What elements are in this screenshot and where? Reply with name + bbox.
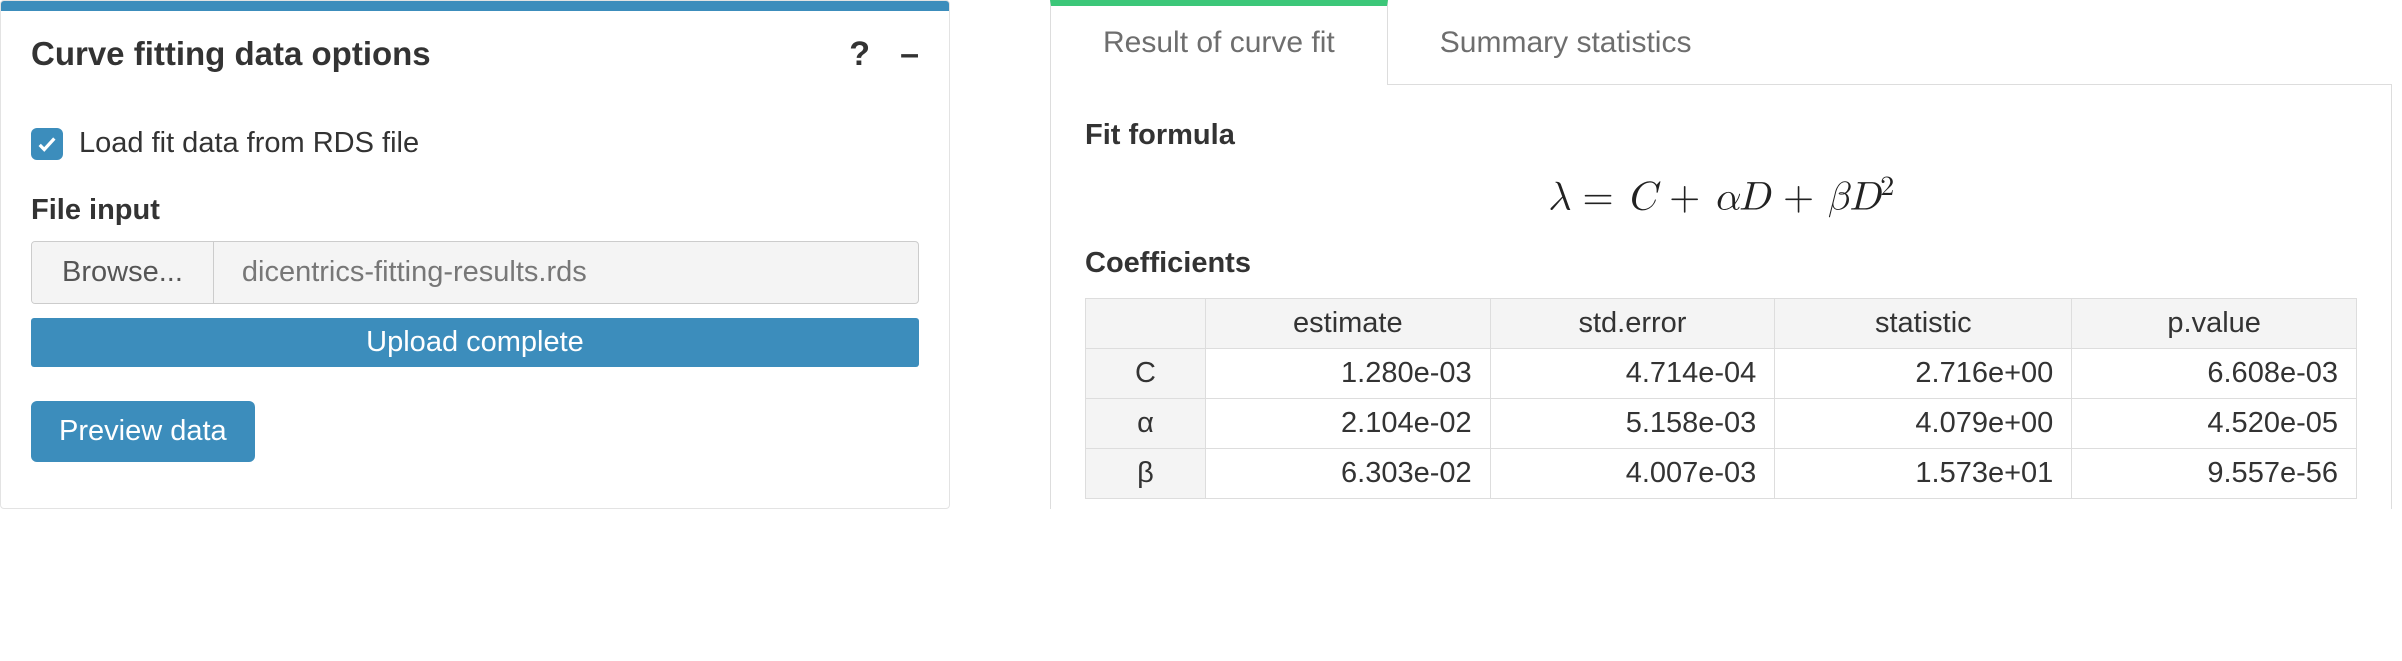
- file-input-label: File input: [31, 194, 919, 227]
- col-pvalue: p.value: [2072, 299, 2357, 349]
- table-corner: [1086, 299, 1206, 349]
- cell: 2.716e+00: [1775, 349, 2072, 399]
- cell: 4.079e+00: [1775, 399, 2072, 449]
- preview-data-button[interactable]: Preview data: [31, 401, 255, 462]
- col-statistic: statistic: [1775, 299, 2072, 349]
- tabs: Result of curve fit Summary statistics: [1050, 0, 2392, 85]
- table-row: C 1.280e-03 4.714e-04 2.716e+00 6.608e-0…: [1086, 349, 2357, 399]
- row-name: β: [1086, 449, 1206, 499]
- tabs-spacer: [1743, 0, 2392, 85]
- panel-header: Curve fitting data options ? –: [1, 11, 949, 83]
- selected-file-name: dicentrics-fitting-results.rds: [214, 242, 918, 303]
- cell: 5.158e-03: [1490, 399, 1775, 449]
- results-panel: Result of curve fit Summary statistics F…: [1050, 0, 2392, 509]
- load-rds-checkbox[interactable]: [31, 128, 63, 160]
- fit-formula-title: Fit formula: [1085, 119, 2357, 152]
- cell: 6.608e-03: [2072, 349, 2357, 399]
- cell: 6.303e-02: [1206, 449, 1491, 499]
- panel-title: Curve fitting data options: [31, 35, 431, 73]
- help-icon[interactable]: ?: [849, 37, 870, 71]
- cell: 2.104e-02: [1206, 399, 1491, 449]
- cell: 4.714e-04: [1490, 349, 1775, 399]
- cell: 4.007e-03: [1490, 449, 1775, 499]
- panel-accent-bar: [1, 1, 949, 11]
- coefficients-title: Coefficients: [1085, 247, 2357, 280]
- file-input: Browse... dicentrics-fitting-results.rds: [31, 241, 919, 304]
- tab-summary-statistics[interactable]: Summary statistics: [1388, 0, 1744, 85]
- table-row: α 2.104e-02 5.158e-03 4.079e+00 4.520e-0…: [1086, 399, 2357, 449]
- col-estimate: estimate: [1206, 299, 1491, 349]
- cell: 4.520e-05: [2072, 399, 2357, 449]
- coefficients-table: estimate std.error statistic p.value C 1…: [1085, 298, 2357, 499]
- browse-button[interactable]: Browse...: [32, 242, 214, 303]
- tab-content: Fit formula λ = C + αD + βD2 Coefficient…: [1050, 85, 2392, 509]
- cell: 9.557e-56: [2072, 449, 2357, 499]
- tab-result-of-curve-fit[interactable]: Result of curve fit: [1050, 0, 1388, 85]
- collapse-icon[interactable]: –: [900, 37, 919, 71]
- col-stderror: std.error: [1490, 299, 1775, 349]
- table-row: β 6.303e-02 4.007e-03 1.573e+01 9.557e-5…: [1086, 449, 2357, 499]
- cell: 1.573e+01: [1775, 449, 2072, 499]
- upload-progress-bar: Upload complete: [31, 318, 919, 367]
- fit-formula: λ = C + αD + βD2: [1085, 170, 2357, 221]
- row-name: α: [1086, 399, 1206, 449]
- curve-fitting-panel: Curve fitting data options ? – Load fit …: [0, 0, 950, 509]
- cell: 1.280e-03: [1206, 349, 1491, 399]
- row-name: C: [1086, 349, 1206, 399]
- load-rds-label: Load fit data from RDS file: [79, 127, 419, 160]
